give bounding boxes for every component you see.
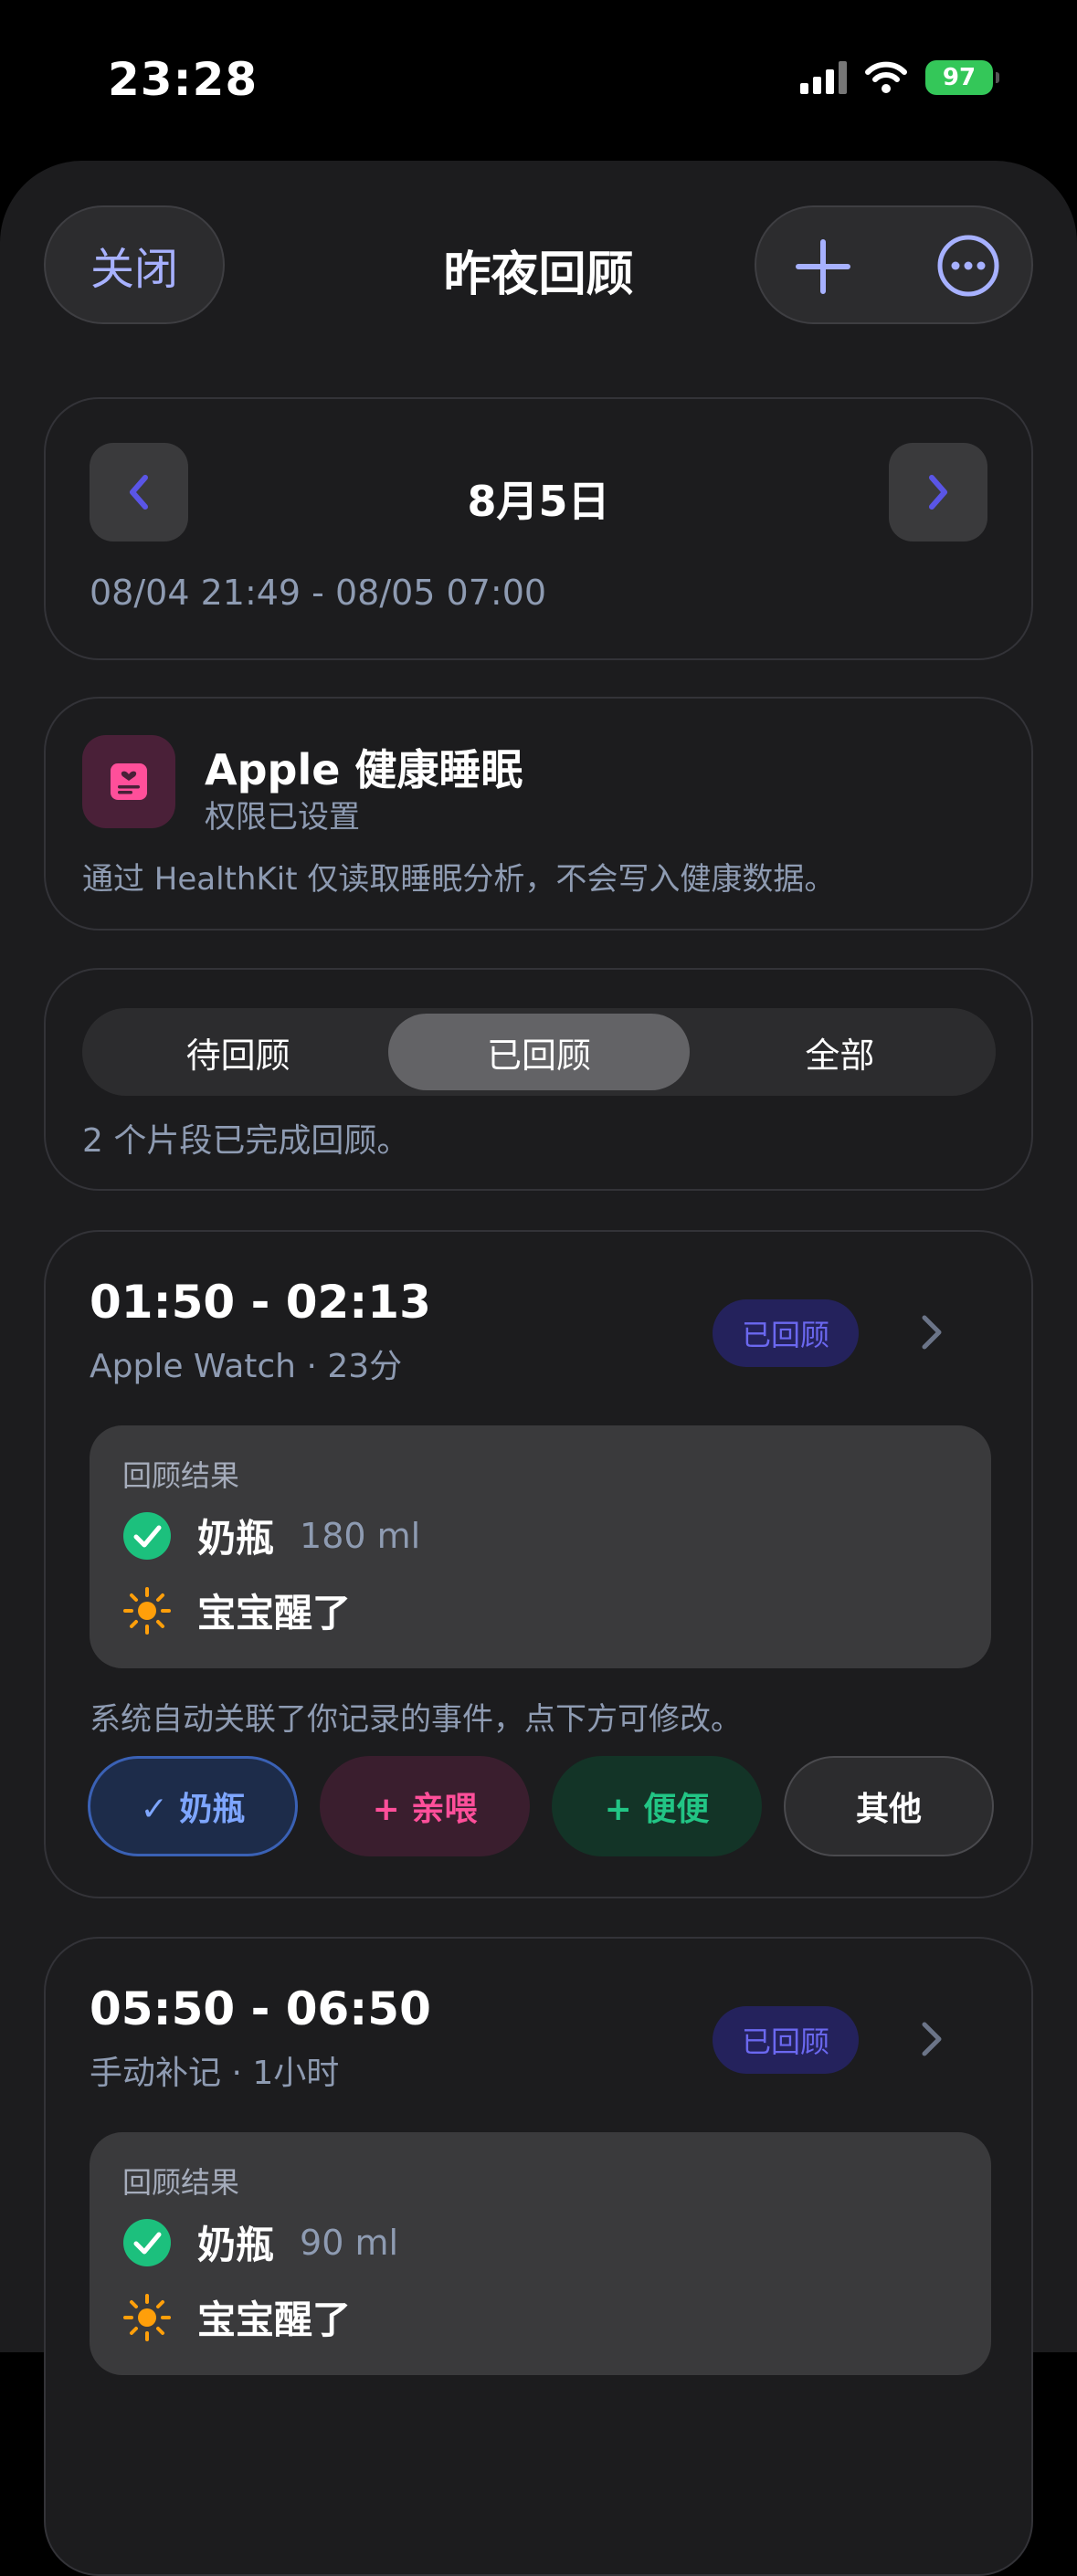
- date-range: 08/04 21:49 - 08/05 07:00: [90, 573, 547, 613]
- result-label: 回顾结果: [122, 1458, 240, 1493]
- chevron-right-icon: [929, 475, 947, 510]
- health-app-icon: [82, 735, 175, 828]
- result-row: 宝宝醒了: [122, 1582, 351, 1638]
- chip-bottle[interactable]: ✓ 奶瓶: [88, 1756, 298, 1856]
- segment-pending[interactable]: 待回顾: [88, 1014, 388, 1090]
- result-name: 宝宝醒了: [197, 2297, 352, 2342]
- health-title: Apple 健康睡眠: [205, 745, 523, 794]
- result-row: 奶瓶 90 ml: [122, 2214, 398, 2270]
- session-time: 05:50 - 06:50: [90, 1982, 431, 2035]
- nav-action-group: [755, 205, 1033, 324]
- battery-icon: 97: [925, 60, 999, 95]
- status-bar: 23:28 97: [0, 0, 1077, 160]
- cellular-signal-icon: [800, 61, 847, 94]
- result-row: 奶瓶 180 ml: [122, 1508, 420, 1563]
- next-day-button[interactable]: [889, 443, 987, 541]
- review-filter-card: 待回顾 已回顾 全部 2 个片段已完成回顾。: [44, 968, 1033, 1191]
- add-icon[interactable]: [791, 235, 855, 299]
- result-name: 宝宝醒了: [197, 1591, 352, 1635]
- result-amount: 90 ml: [300, 2222, 399, 2263]
- review-result-box: 回顾结果 奶瓶 180 ml 宝宝醒了: [90, 1425, 991, 1668]
- status-badge: 已回顾: [713, 2006, 859, 2074]
- status-icons: 97: [800, 60, 999, 95]
- segment-reviewed[interactable]: 已回顾: [388, 1014, 690, 1090]
- session-meta: 手动补记 · 1小时: [90, 2055, 340, 2092]
- check-circle-icon: [123, 1511, 171, 1560]
- health-permission-card[interactable]: Apple 健康睡眠 权限已设置 通过 HealthKit 仅读取睡眠分析，不会…: [44, 697, 1033, 931]
- wifi-icon: [865, 61, 907, 93]
- chevron-right-icon[interactable]: [913, 2019, 950, 2059]
- session-card[interactable]: 05:50 - 06:50 手动补记 · 1小时 已回顾 回顾结果 奶瓶 90 …: [44, 1937, 1033, 2576]
- chip-other[interactable]: 其他: [784, 1756, 994, 1856]
- result-name: 奶瓶: [197, 1516, 275, 1561]
- status-badge: 已回顾: [713, 1299, 859, 1367]
- session-time: 01:50 - 02:13: [90, 1276, 431, 1329]
- session-meta: Apple Watch · 23分: [90, 1348, 403, 1385]
- more-icon[interactable]: [935, 233, 1001, 299]
- chip-nursing[interactable]: + 亲喂: [320, 1756, 530, 1856]
- chevron-right-icon[interactable]: [913, 1312, 950, 1352]
- result-name: 奶瓶: [197, 2223, 275, 2267]
- filter-summary: 2 个片段已完成回顾。: [82, 1122, 410, 1160]
- status-time: 23:28: [108, 53, 259, 106]
- result-label: 回顾结果: [122, 2165, 240, 2200]
- date-navigation-card: 8月5日 08/04 21:49 - 08/05 07:00: [44, 397, 1033, 660]
- check-circle-icon: [123, 2218, 171, 2266]
- segment-all[interactable]: 全部: [690, 1014, 990, 1090]
- sun-icon: [123, 2293, 171, 2341]
- review-result-box: 回顾结果 奶瓶 90 ml 宝宝醒了: [90, 2132, 991, 2375]
- sleep-card-icon: [111, 763, 147, 800]
- sun-icon: [123, 1586, 171, 1635]
- health-note: 通过 HealthKit 仅读取睡眠分析，不会写入健康数据。: [82, 861, 836, 898]
- event-chip-row: ✓ 奶瓶 + 亲喂 + 便便 其他: [88, 1756, 994, 1856]
- health-status: 权限已设置: [205, 799, 360, 836]
- session-note: 系统自动关联了你记录的事件，点下方可修改。: [90, 1701, 742, 1738]
- date-title: 8月5日: [467, 477, 610, 526]
- review-filter-segmented-control: 待回顾 已回顾 全部: [82, 1008, 996, 1096]
- session-card[interactable]: 01:50 - 02:13 Apple Watch · 23分 已回顾 回顾结果…: [44, 1230, 1033, 1898]
- result-amount: 180 ml: [300, 1515, 421, 1556]
- chip-diaper[interactable]: + 便便: [552, 1756, 762, 1856]
- result-row: 宝宝醒了: [122, 2289, 351, 2345]
